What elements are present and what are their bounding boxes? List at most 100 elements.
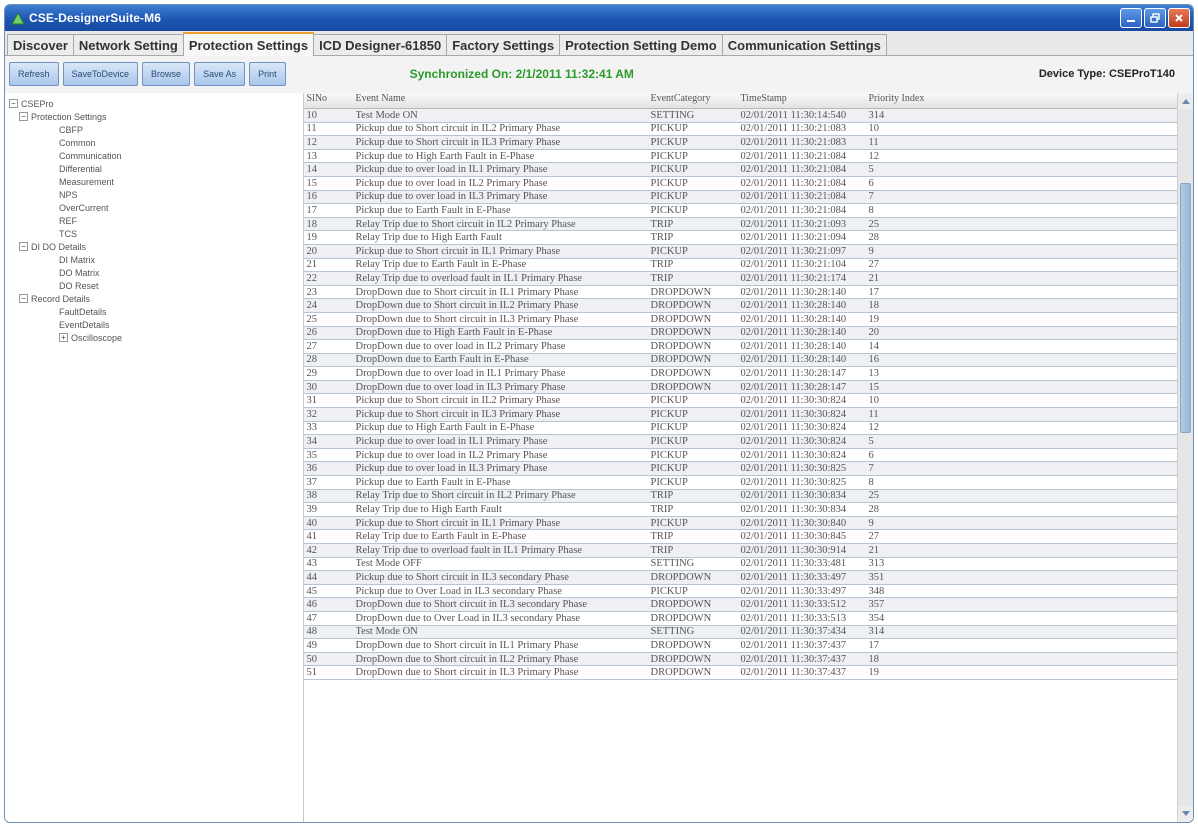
tree-node[interactable]: TCS	[9, 227, 303, 240]
table-row[interactable]: 21 Relay Trip due to Earth Fault in E-Pha…	[303, 258, 1180, 273]
cell-slno: 31	[306, 395, 318, 407]
refresh-button[interactable]: Refresh	[9, 62, 59, 86]
table-row[interactable]: 31 Pickup due to Short circuit in IL2 Pri…	[303, 394, 1180, 409]
table-row[interactable]: 30 DropDown due to over load in IL3 Prima…	[303, 380, 1180, 395]
table-row[interactable]: 16 Pickup due to over load in IL3 Primary…	[303, 190, 1180, 205]
table-row[interactable]: 10 Test Mode ON SETTING 02/01/2011 11:30:1…	[303, 109, 1180, 123]
table-row[interactable]: 26 DropDown due to High Earth Fault in E-…	[303, 326, 1180, 341]
tree-node[interactable]: − Record Details	[9, 292, 303, 305]
column-header-event-name[interactable]: Event Name	[356, 93, 648, 108]
table-row[interactable]: 12 Pickup due to Short circuit in IL3 Pri…	[303, 136, 1180, 150]
cell-timestamp: 02/01/2011 11:30:21:083	[740, 123, 847, 135]
table-row[interactable]: 33 Pickup due to High Earth Fault in E-Ph…	[303, 421, 1180, 436]
scroll-thumb[interactable]	[1180, 183, 1191, 433]
tree-node[interactable]: EventDetails	[9, 318, 303, 331]
collapse-icon[interactable]: −	[19, 294, 28, 303]
table-row[interactable]: 35 Pickup due to over load in IL2 Primary…	[303, 448, 1180, 463]
tree-node[interactable]: − DI DO Details	[9, 240, 303, 253]
table-row[interactable]: 24 DropDown due to Short circuit in IL2 P…	[303, 299, 1180, 313]
table-row[interactable]: 45 Pickup due to Over Load in IL3 seconda…	[303, 584, 1180, 599]
table-row[interactable]: 50 DropDown due to Short circuit in IL2 P…	[303, 652, 1180, 667]
table-row[interactable]: 17 Pickup due to Earth Fault in E-Phase PI…	[303, 204, 1180, 218]
cell-timestamp: 02/01/2011 11:30:30:834	[740, 490, 847, 502]
table-row[interactable]: 41 Relay Trip due to Earth Fault in E-Pha…	[303, 530, 1180, 544]
table-row[interactable]: 47 DropDown due to Over Load in IL3 secon…	[303, 611, 1180, 626]
column-header-timestamp[interactable]: TimeStamp	[738, 93, 866, 108]
table-row[interactable]: 42 Relay Trip due to overload fault in IL…	[303, 544, 1180, 558]
table-row[interactable]: 39 Relay Trip due to High Earth Fault TRIP…	[303, 503, 1180, 517]
table-row[interactable]: 11 Pickup due to Short circuit in IL2 Pri…	[303, 122, 1180, 137]
tree-node[interactable]: Measurement	[9, 175, 303, 188]
table-row[interactable]: 48 Test Mode ON SETTING 02/01/2011 11:30:3…	[303, 625, 1180, 640]
table-row[interactable]: 49 DropDown due to Short circuit in IL1 P…	[303, 639, 1180, 653]
cell-priority-index: 314	[868, 109, 885, 121]
cell-slno: 28	[306, 354, 318, 366]
cell-event-name: Test Mode OFF	[355, 558, 422, 570]
table-row[interactable]: 23 DropDown due to Short circuit in IL1 P…	[303, 285, 1180, 300]
cell-event-category: DROPDOWN	[650, 286, 712, 298]
table-row[interactable]: 22 Relay Trip due to overload fault in IL…	[303, 272, 1180, 286]
column-header-event-category[interactable]: EventCategory	[648, 93, 738, 108]
tab-protection-settings[interactable]: Protection Settings	[182, 32, 315, 56]
collapse-icon[interactable]: −	[19, 112, 28, 121]
tree-node[interactable]: DI Matrix	[9, 253, 303, 266]
tree-node[interactable]: NPS	[9, 188, 303, 201]
table-row[interactable]: 18 Relay Trip due to Short circuit in IL2…	[303, 217, 1180, 232]
table-row[interactable]: 46 DropDown due to Short circuit in IL3 s…	[303, 598, 1180, 612]
table-row[interactable]: 29 DropDown due to over load in IL1 Prima…	[303, 367, 1180, 381]
save-as-button[interactable]: Save As	[194, 62, 246, 86]
tree-node[interactable]: − Protection Settings	[9, 110, 303, 123]
table-row[interactable]: 15 Pickup due to over load in IL2 Primary…	[303, 176, 1180, 191]
table-row[interactable]: 27 DropDown due to over load in IL2 Prima…	[303, 340, 1180, 354]
tree-node[interactable]: Differential	[9, 162, 303, 175]
table-row[interactable]: 44 Pickup due to Short circuit in IL3 sec…	[303, 571, 1180, 585]
collapse-icon[interactable]: −	[19, 242, 28, 251]
tab-discover[interactable]: Discover	[7, 34, 74, 55]
title-bar[interactable]: CSE-DesignerSuite-M6	[5, 5, 1193, 31]
column-header-slno[interactable]: SlNo	[304, 93, 356, 108]
table-row[interactable]: 36 Pickup due to over load in IL3 Primary…	[303, 462, 1180, 477]
browse-button[interactable]: Browse	[142, 62, 191, 86]
expand-icon[interactable]: +	[59, 333, 68, 342]
tab-protection-setting-demo[interactable]: Protection Setting Demo	[559, 34, 723, 55]
table-row[interactable]: 25 DropDown due to Short circuit in IL3 P…	[303, 312, 1180, 327]
tree-node[interactable]: − CSEPro	[9, 97, 303, 110]
table-row[interactable]: 37 Pickup due to Earth Fault in E-Phase PI…	[303, 476, 1180, 490]
vertical-scrollbar[interactable]	[1177, 93, 1193, 822]
tree-node[interactable]: Common	[9, 136, 303, 149]
tree-node[interactable]: DO Matrix	[9, 266, 303, 279]
table-row[interactable]: 40 Pickup due to Short circuit in IL1 Pri…	[303, 516, 1180, 531]
table-row[interactable]: 32 Pickup due to Short circuit in IL3 Pri…	[303, 408, 1180, 422]
close-button[interactable]	[1168, 8, 1190, 28]
tree-node[interactable]: FaultDetails	[9, 305, 303, 318]
tree-node[interactable]: + Oscilloscope	[9, 331, 303, 344]
table-row[interactable]: 20 Pickup due to Short circuit in IL1 Pri…	[303, 244, 1180, 259]
cell-event-name: Pickup due to Short circuit in IL3 secon…	[355, 571, 569, 583]
tab-icd-designer[interactable]: ICD Designer-61850	[313, 34, 448, 55]
tree-node[interactable]: OverCurrent	[9, 201, 303, 214]
table-row[interactable]: 28 DropDown due to Earth Fault in E-Phase…	[303, 353, 1180, 368]
table-row[interactable]: 38 Relay Trip due to Short circuit in IL2…	[303, 489, 1180, 504]
tree-node[interactable]: DO Reset	[9, 279, 303, 292]
table-row[interactable]: 19 Relay Trip due to High Earth Fault TRIP…	[303, 231, 1180, 245]
restore-button[interactable]	[1144, 8, 1166, 28]
cell-slno: 47	[306, 612, 318, 624]
table-row[interactable]: 14 Pickup due to over load in IL1 Primary…	[303, 163, 1180, 177]
table-row[interactable]: 43 Test Mode OFF SETTING 02/01/2011 11:30:…	[303, 557, 1180, 572]
scroll-down-button[interactable]	[1178, 806, 1193, 822]
tree-node[interactable]: Communication	[9, 149, 303, 162]
table-row[interactable]: 13 Pickup due to High Earth Fault in E-Ph…	[303, 149, 1180, 164]
column-header-priority-index[interactable]: Priority Index	[866, 93, 1180, 108]
tab-network-setting[interactable]: Network Setting	[72, 34, 184, 55]
tab-communication-settings[interactable]: Communication Settings	[721, 34, 887, 55]
scroll-up-button[interactable]	[1178, 93, 1193, 109]
table-row[interactable]: 34 Pickup due to over load in IL1 Primary…	[303, 435, 1180, 449]
table-row[interactable]: 51 DropDown due to Short circuit in IL3 P…	[303, 666, 1180, 680]
tab-factory-settings[interactable]: Factory Settings	[446, 34, 561, 55]
save-to-device-button[interactable]: SaveToDevice	[62, 62, 139, 86]
tree-node[interactable]: REF	[9, 214, 303, 227]
collapse-icon[interactable]: −	[9, 99, 18, 108]
minimize-button[interactable]	[1120, 8, 1142, 28]
tree-node[interactable]: CBFP	[9, 123, 303, 136]
print-button[interactable]: Print	[249, 62, 286, 86]
